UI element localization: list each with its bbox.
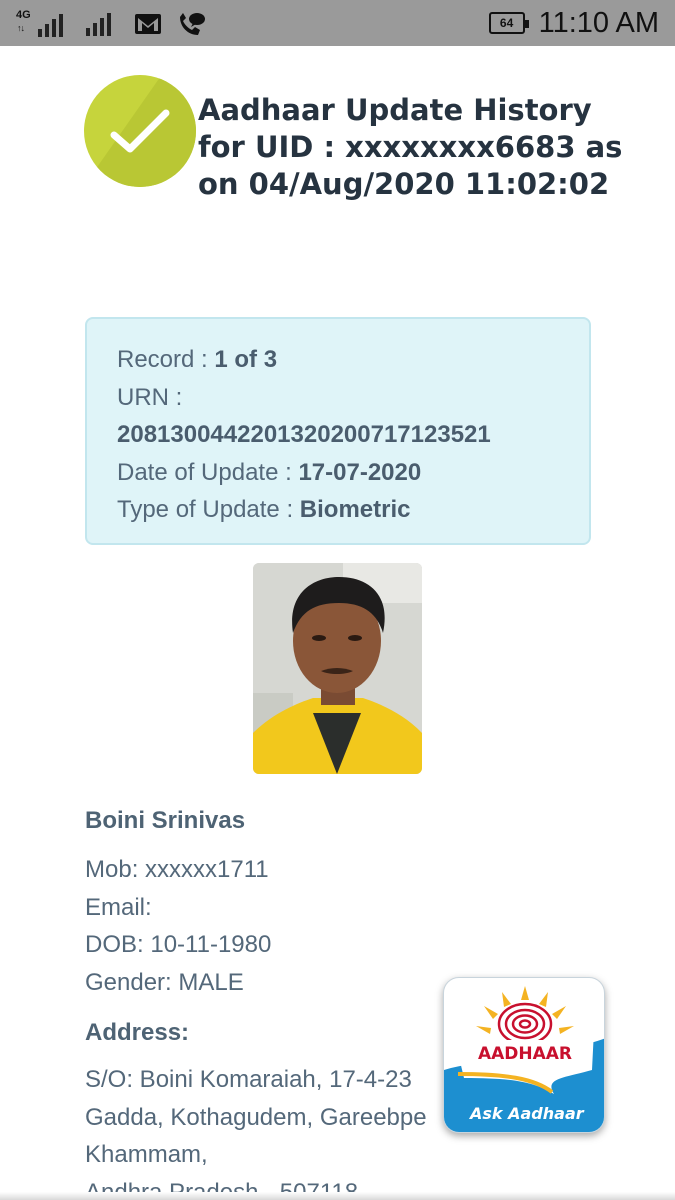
email: Email:	[85, 893, 152, 921]
aadhaar-logo-text: AADHAAR	[477, 1044, 573, 1064]
mobile-number: Mob: xxxxxx1711	[85, 856, 269, 883]
urn-label: URN :	[117, 383, 183, 411]
wifi-calling-icon	[180, 13, 205, 35]
urn-value: 208130044220132020071712352​1	[117, 421, 491, 448]
type-of-update-label: Type of Update :	[117, 496, 300, 523]
status-bar: 4G ↑↓ 64 11:10 AM	[0, 0, 675, 46]
battery-level: 64	[499, 16, 514, 30]
battery-icon: 64	[488, 12, 529, 34]
network-indicator: 4G ↑↓	[16, 9, 72, 39]
type-of-update-row: Type of Update : Biometric	[117, 491, 589, 529]
clock: 11:10 AM	[538, 6, 659, 39]
date-of-update-value: 17-07-2020	[298, 458, 422, 486]
type-of-update-value: Biometric	[299, 496, 411, 523]
gmail-icon	[135, 14, 161, 34]
resident-name: Boini Srinivas	[85, 807, 246, 834]
data-arrows-icon: ↑↓	[17, 23, 25, 33]
page-title: Aadhaar Update History for UID : xxxxxxx…	[198, 93, 623, 201]
record-summary-card: Record : 1 of 3 URN : 208130044220132020…	[85, 317, 591, 545]
date-of-update-label: Date of Update :	[117, 458, 299, 486]
network-type: 4G	[16, 9, 31, 21]
address-line: Khammam,	[85, 1141, 208, 1168]
date-of-update-row: Date of Update : 17-07-2020	[117, 454, 589, 492]
signal-strength-icon	[38, 13, 72, 37]
signal-strength-2-icon	[86, 12, 120, 36]
record-count-row: Record : 1 of 3	[117, 341, 589, 379]
status-right: 64 11:10 AM	[488, 6, 659, 40]
success-check-icon	[84, 75, 196, 187]
ask-aadhaar-button[interactable]: AADHAAR Ask Aadhaar	[443, 977, 605, 1133]
record-count-value: 1 of 3	[214, 346, 278, 373]
resident-photo	[253, 563, 422, 774]
record-count-label: Record :	[117, 346, 215, 373]
date-of-birth: DOB: 10-11-1980	[85, 931, 272, 958]
ask-aadhaar-label: Ask Aadhaar	[470, 1104, 584, 1123]
screen-bottom-edge	[0, 1192, 675, 1200]
status-left: 4G ↑↓	[16, 8, 206, 40]
